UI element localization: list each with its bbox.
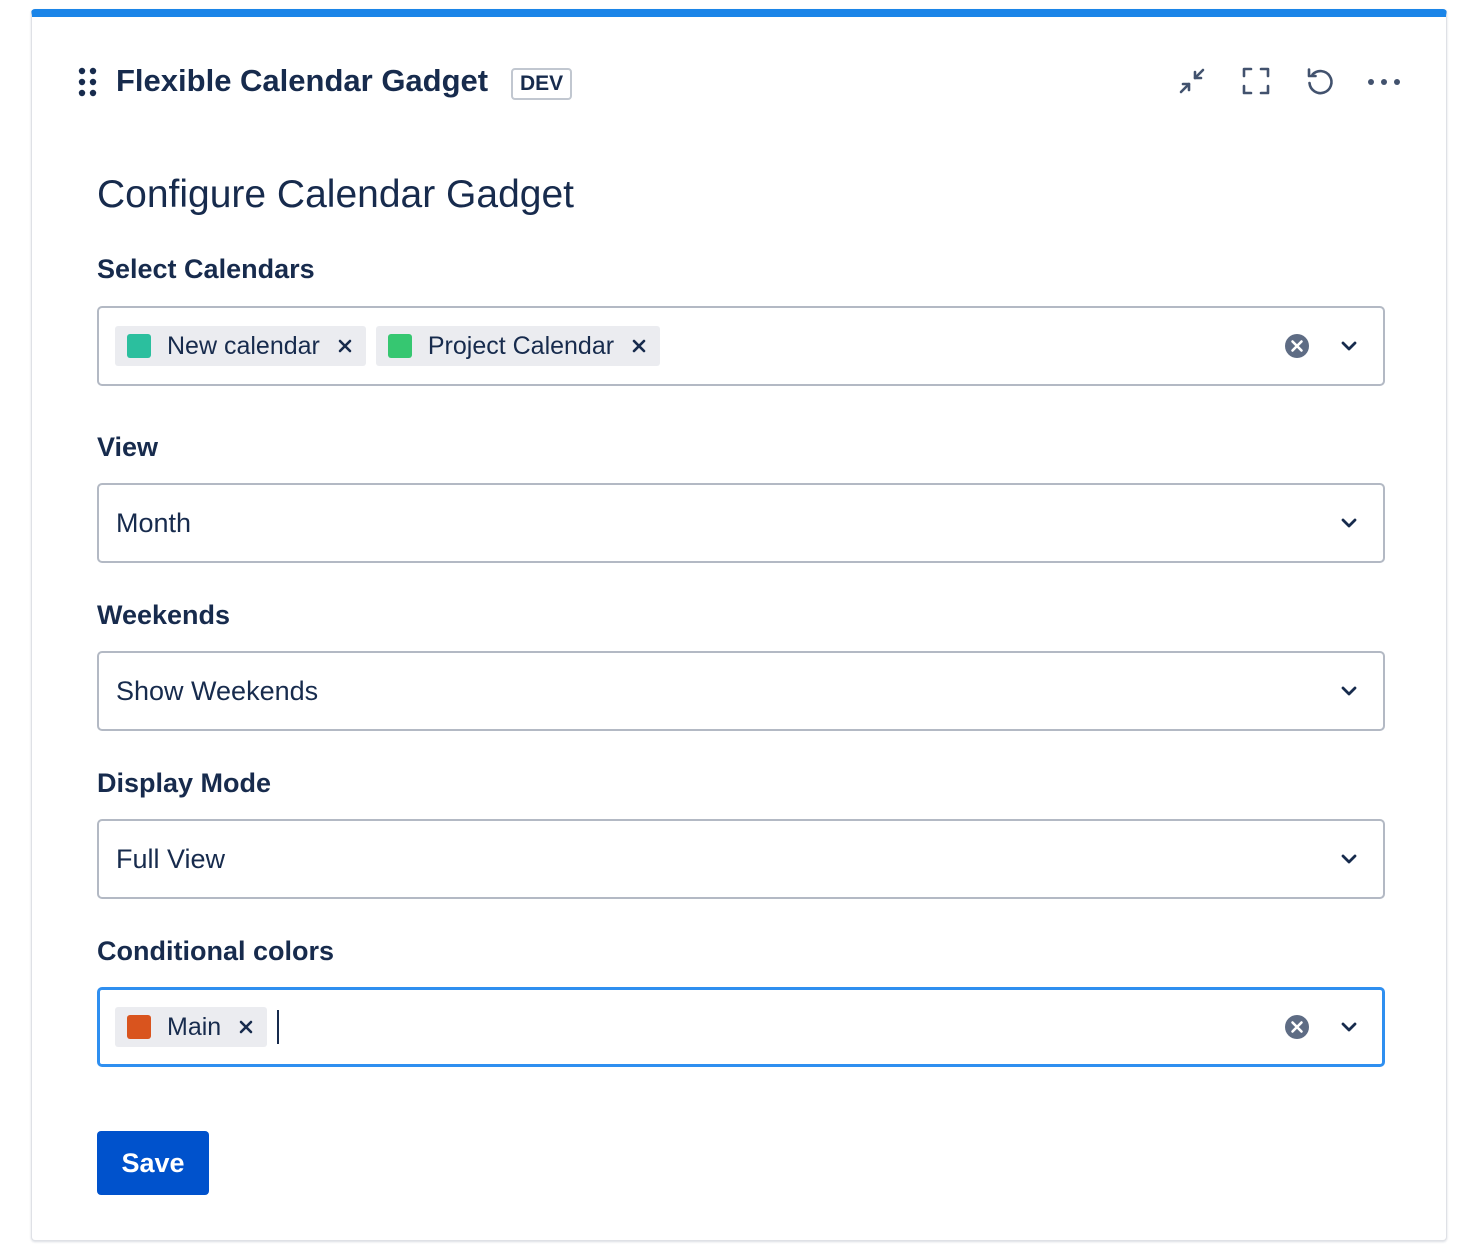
gadget-header: Flexible Calendar Gadget DEV	[32, 17, 1446, 137]
remove-tag-icon[interactable]	[630, 337, 648, 355]
display-mode-label: Display Mode	[97, 768, 272, 798]
remove-tag-icon[interactable]	[237, 1018, 255, 1036]
remove-tag-icon[interactable]	[336, 337, 354, 355]
select-calendars-label: Select Calendars	[97, 254, 315, 284]
weekends-value: Show Weekends	[116, 676, 319, 706]
selected-conditional-colors: Main	[115, 1007, 280, 1047]
view-value: Month	[116, 508, 192, 538]
chevron-down-icon[interactable]	[1339, 513, 1359, 533]
fullscreen-icon	[1241, 66, 1271, 101]
drag-handle-icon[interactable]	[78, 67, 98, 97]
calendar-tag-label: New calendar	[167, 331, 320, 360]
calendar-color-swatch	[127, 334, 151, 358]
conditional-colors-field[interactable]: Main	[97, 987, 1385, 1067]
clear-selection-icon[interactable]	[1283, 1013, 1311, 1041]
gadget-title: Flexible Calendar Gadget	[116, 63, 489, 98]
dev-badge: DEV	[511, 68, 573, 100]
fullscreen-button[interactable]	[1236, 63, 1276, 103]
chevron-down-icon[interactable]	[1339, 336, 1359, 356]
chevron-down-icon[interactable]	[1339, 1017, 1359, 1037]
text-cursor[interactable]	[277, 1010, 280, 1044]
selected-calendars: New calendar Project Calendar	[115, 326, 661, 366]
select-calendars-field[interactable]: New calendar Project Calendar	[97, 306, 1385, 386]
calendar-color-swatch	[387, 334, 412, 358]
color-swatch	[127, 1015, 151, 1039]
config-form: Configure Calendar Gadget Select Calenda…	[97, 167, 1385, 1195]
weekends-label: Weekends	[97, 600, 231, 630]
chevron-down-icon[interactable]	[1339, 849, 1359, 869]
more-button[interactable]	[1364, 63, 1404, 103]
display-mode-value: Full View	[116, 844, 226, 874]
chevron-down-icon[interactable]	[1339, 681, 1359, 701]
save-button[interactable]: Save	[97, 1131, 209, 1195]
minimize-icon	[1177, 66, 1207, 101]
refresh-icon	[1305, 66, 1335, 101]
display-mode-select[interactable]: Full View	[97, 819, 1385, 899]
color-tag-label: Main	[167, 1012, 222, 1041]
more-icon	[1366, 74, 1402, 92]
weekends-select[interactable]: Show Weekends	[97, 651, 1385, 731]
color-tag: Main	[115, 1007, 268, 1047]
calendar-gadget: Flexible Calendar Gadget DEV Configure C…	[31, 9, 1447, 1241]
clear-selection-icon[interactable]	[1283, 332, 1311, 360]
page-title: Configure Calendar Gadget	[97, 173, 574, 216]
calendar-tag-label: Project Calendar	[427, 331, 615, 360]
view-select[interactable]: Month	[97, 483, 1385, 563]
calendar-tag: New calendar	[115, 326, 366, 366]
calendar-tag: Project Calendar	[375, 326, 661, 366]
minimize-button[interactable]	[1172, 63, 1212, 103]
view-label: View	[97, 432, 159, 462]
refresh-button[interactable]	[1300, 63, 1340, 103]
conditional-colors-label: Conditional colors	[97, 936, 335, 966]
